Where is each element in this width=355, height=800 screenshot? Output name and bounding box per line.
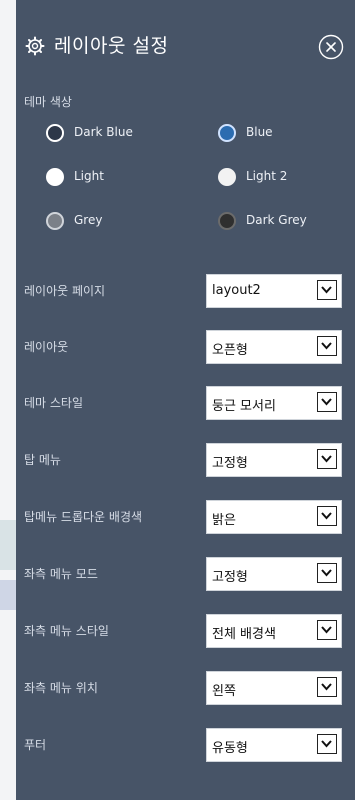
- theme-swatch: [218, 212, 236, 230]
- setting-label: 좌측 메뉴 모드: [24, 567, 98, 581]
- layout-page-select[interactable]: layout2: [206, 274, 342, 308]
- setting-theme-style: 테마 스타일 둥근 모서리: [16, 386, 355, 424]
- setting-label: 테마 스타일: [24, 396, 84, 410]
- chevron-down-icon: [317, 280, 337, 300]
- chevron-down-icon: [317, 620, 337, 640]
- top-menu-select[interactable]: 고정형: [206, 443, 342, 477]
- background-mark: [0, 520, 16, 570]
- theme-option-label: Grey: [74, 213, 103, 227]
- theme-color-label: 테마 색상: [24, 95, 72, 109]
- select-value: layout2: [212, 283, 261, 298]
- layout-select[interactable]: 오픈형: [206, 330, 342, 364]
- select-value: 고정형: [212, 456, 248, 471]
- theme-option-label: Light: [74, 169, 104, 183]
- setting-label: 탑메뉴 드롭다운 배경색: [24, 510, 143, 524]
- theme-option-light-2[interactable]: Light 2: [218, 165, 355, 193]
- setting-layout-page: 레이아웃 페이지 layout2: [16, 274, 355, 312]
- select-value: 밝은: [212, 513, 236, 528]
- setting-footer: 푸터 유동형: [16, 728, 355, 766]
- panel-title: 레이아웃 설정: [54, 35, 169, 57]
- left-menu-mode-select[interactable]: 고정형: [206, 557, 342, 591]
- theme-row: Light Light 2: [16, 165, 355, 193]
- theme-option-label: Dark Blue: [74, 125, 133, 139]
- theme-option-label: Light 2: [246, 169, 288, 183]
- setting-label: 좌측 메뉴 위치: [24, 681, 98, 695]
- setting-top-menu: 탑 메뉴 고정형: [16, 443, 355, 481]
- theme-option-label: Dark Grey: [246, 213, 307, 227]
- theme-swatch: [46, 124, 64, 142]
- theme-option-dark-grey[interactable]: Dark Grey: [218, 209, 355, 237]
- theme-swatch: [218, 168, 236, 186]
- theme-swatch: [218, 124, 236, 142]
- setting-label: 좌측 메뉴 스타일: [24, 624, 109, 638]
- chevron-down-icon: [317, 677, 337, 697]
- theme-row: Dark Blue Blue: [16, 121, 355, 149]
- left-menu-style-select[interactable]: 전체 배경색: [206, 614, 342, 648]
- setting-left-menu-style: 좌측 메뉴 스타일 전체 배경색: [16, 614, 355, 652]
- theme-swatch: [46, 212, 64, 230]
- theme-option-light[interactable]: Light: [46, 165, 196, 193]
- setting-label: 푸터: [24, 738, 47, 752]
- layout-settings-panel: 레이아웃 설정 테마 색상 Dark Blue Blue Light Light…: [16, 0, 355, 800]
- theme-row: Grey Dark Grey: [16, 209, 355, 237]
- chevron-down-icon: [317, 336, 337, 356]
- select-value: 오픈형: [212, 343, 248, 358]
- theme-option-dark-blue[interactable]: Dark Blue: [46, 121, 196, 149]
- theme-swatch: [46, 168, 64, 186]
- chevron-down-icon: [317, 563, 337, 583]
- chevron-down-icon: [317, 392, 337, 412]
- select-value: 유동형: [212, 741, 248, 756]
- select-value: 고정형: [212, 570, 248, 585]
- theme-option-label: Blue: [246, 125, 273, 139]
- panel-header: 레이아웃 설정: [16, 28, 355, 68]
- setting-layout: 레이아웃 오픈형: [16, 330, 355, 368]
- chevron-down-icon: [317, 734, 337, 754]
- left-menu-position-select[interactable]: 왼쪽: [206, 671, 342, 705]
- footer-select[interactable]: 유동형: [206, 728, 342, 762]
- select-value: 둥근 모서리: [212, 399, 276, 414]
- chevron-down-icon: [317, 506, 337, 526]
- select-value: 전체 배경색: [212, 627, 276, 642]
- background-mark: [0, 580, 16, 610]
- setting-label: 탑 메뉴: [24, 453, 61, 467]
- background-page-strip: [0, 0, 16, 800]
- setting-top-menu-dropdown-bg: 탑메뉴 드롭다운 배경색 밝은: [16, 500, 355, 538]
- select-value: 왼쪽: [212, 684, 236, 699]
- close-icon[interactable]: [318, 34, 344, 60]
- setting-label: 레이아웃: [24, 340, 69, 354]
- theme-option-grey[interactable]: Grey: [46, 209, 196, 237]
- gear-icon: [25, 36, 45, 56]
- chevron-down-icon: [317, 449, 337, 469]
- setting-label: 레이아웃 페이지: [24, 284, 106, 298]
- setting-left-menu-mode: 좌측 메뉴 모드 고정형: [16, 557, 355, 595]
- page: 레이아웃 설정 테마 색상 Dark Blue Blue Light Light…: [0, 0, 355, 800]
- setting-left-menu-position: 좌측 메뉴 위치 왼쪽: [16, 671, 355, 709]
- theme-option-blue[interactable]: Blue: [218, 121, 355, 149]
- top-menu-dropdown-bg-select[interactable]: 밝은: [206, 500, 342, 534]
- theme-style-select[interactable]: 둥근 모서리: [206, 386, 342, 420]
